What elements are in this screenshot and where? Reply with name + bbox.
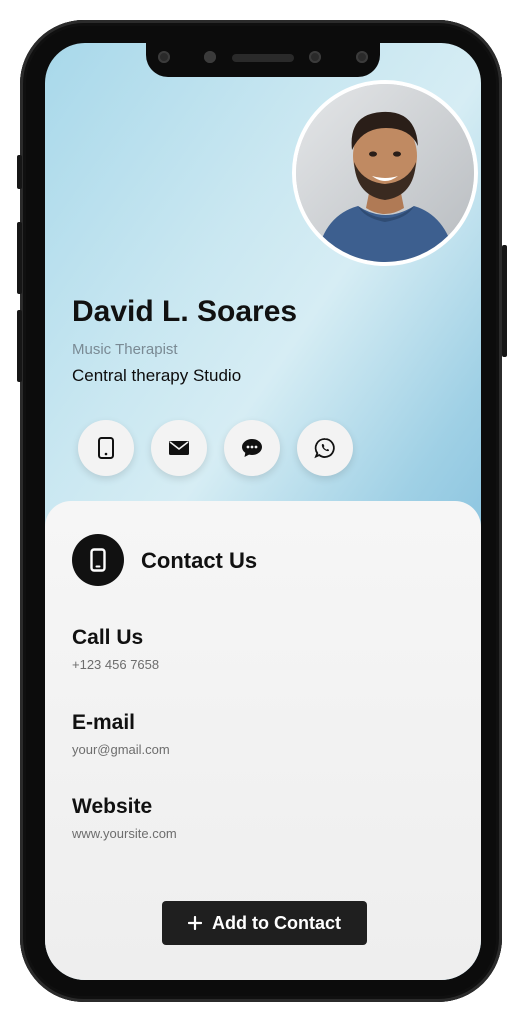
- social-button-row: [78, 420, 353, 476]
- email-button[interactable]: [151, 420, 207, 476]
- plus-icon: [188, 916, 202, 930]
- contact-card: Contact Us Call Us +123 456 7658 E-mail …: [45, 501, 481, 980]
- email-address[interactable]: your@gmail.com: [72, 742, 170, 757]
- add-to-contact-button[interactable]: Add to Contact: [162, 901, 367, 945]
- volume-up-button: [17, 222, 22, 294]
- email-title: E-mail: [72, 711, 136, 734]
- phone-number[interactable]: +123 456 7658: [72, 657, 159, 672]
- website-url[interactable]: www.yoursite.com: [72, 826, 177, 841]
- add-to-contact-label: Add to Contact: [212, 912, 341, 933]
- phone-notch: [146, 43, 380, 77]
- profile-company: Central therapy Studio: [72, 366, 242, 385]
- profile-photo: [296, 84, 474, 262]
- envelope-icon: [169, 441, 189, 455]
- whatsapp-button[interactable]: [297, 420, 353, 476]
- mobile-phone-icon: [98, 437, 114, 459]
- phone-screen: David L. Soares Music Therapist Central …: [45, 43, 481, 980]
- call-us-title: Call Us: [72, 626, 144, 649]
- profile-name: David L. Soares: [72, 295, 298, 328]
- message-button[interactable]: [224, 420, 280, 476]
- notch-sensor: [158, 51, 170, 63]
- power-button: [502, 245, 507, 357]
- earpiece-speaker: [232, 54, 294, 62]
- notch-sensor: [309, 51, 321, 63]
- contact-heading: Contact Us: [141, 548, 258, 573]
- profile-role: Music Therapist: [72, 341, 178, 358]
- mobile-phone-icon: [90, 548, 106, 572]
- chat-bubble-icon: [242, 439, 262, 457]
- website-title: Website: [72, 795, 153, 818]
- phone-button[interactable]: [78, 420, 134, 476]
- mute-switch: [17, 155, 22, 189]
- volume-down-button: [17, 310, 22, 382]
- front-camera: [204, 51, 216, 63]
- contact-header-icon-wrap: [72, 534, 124, 586]
- notch-sensor: [356, 51, 368, 63]
- whatsapp-icon: [314, 438, 335, 459]
- profile-avatar: [292, 80, 478, 266]
